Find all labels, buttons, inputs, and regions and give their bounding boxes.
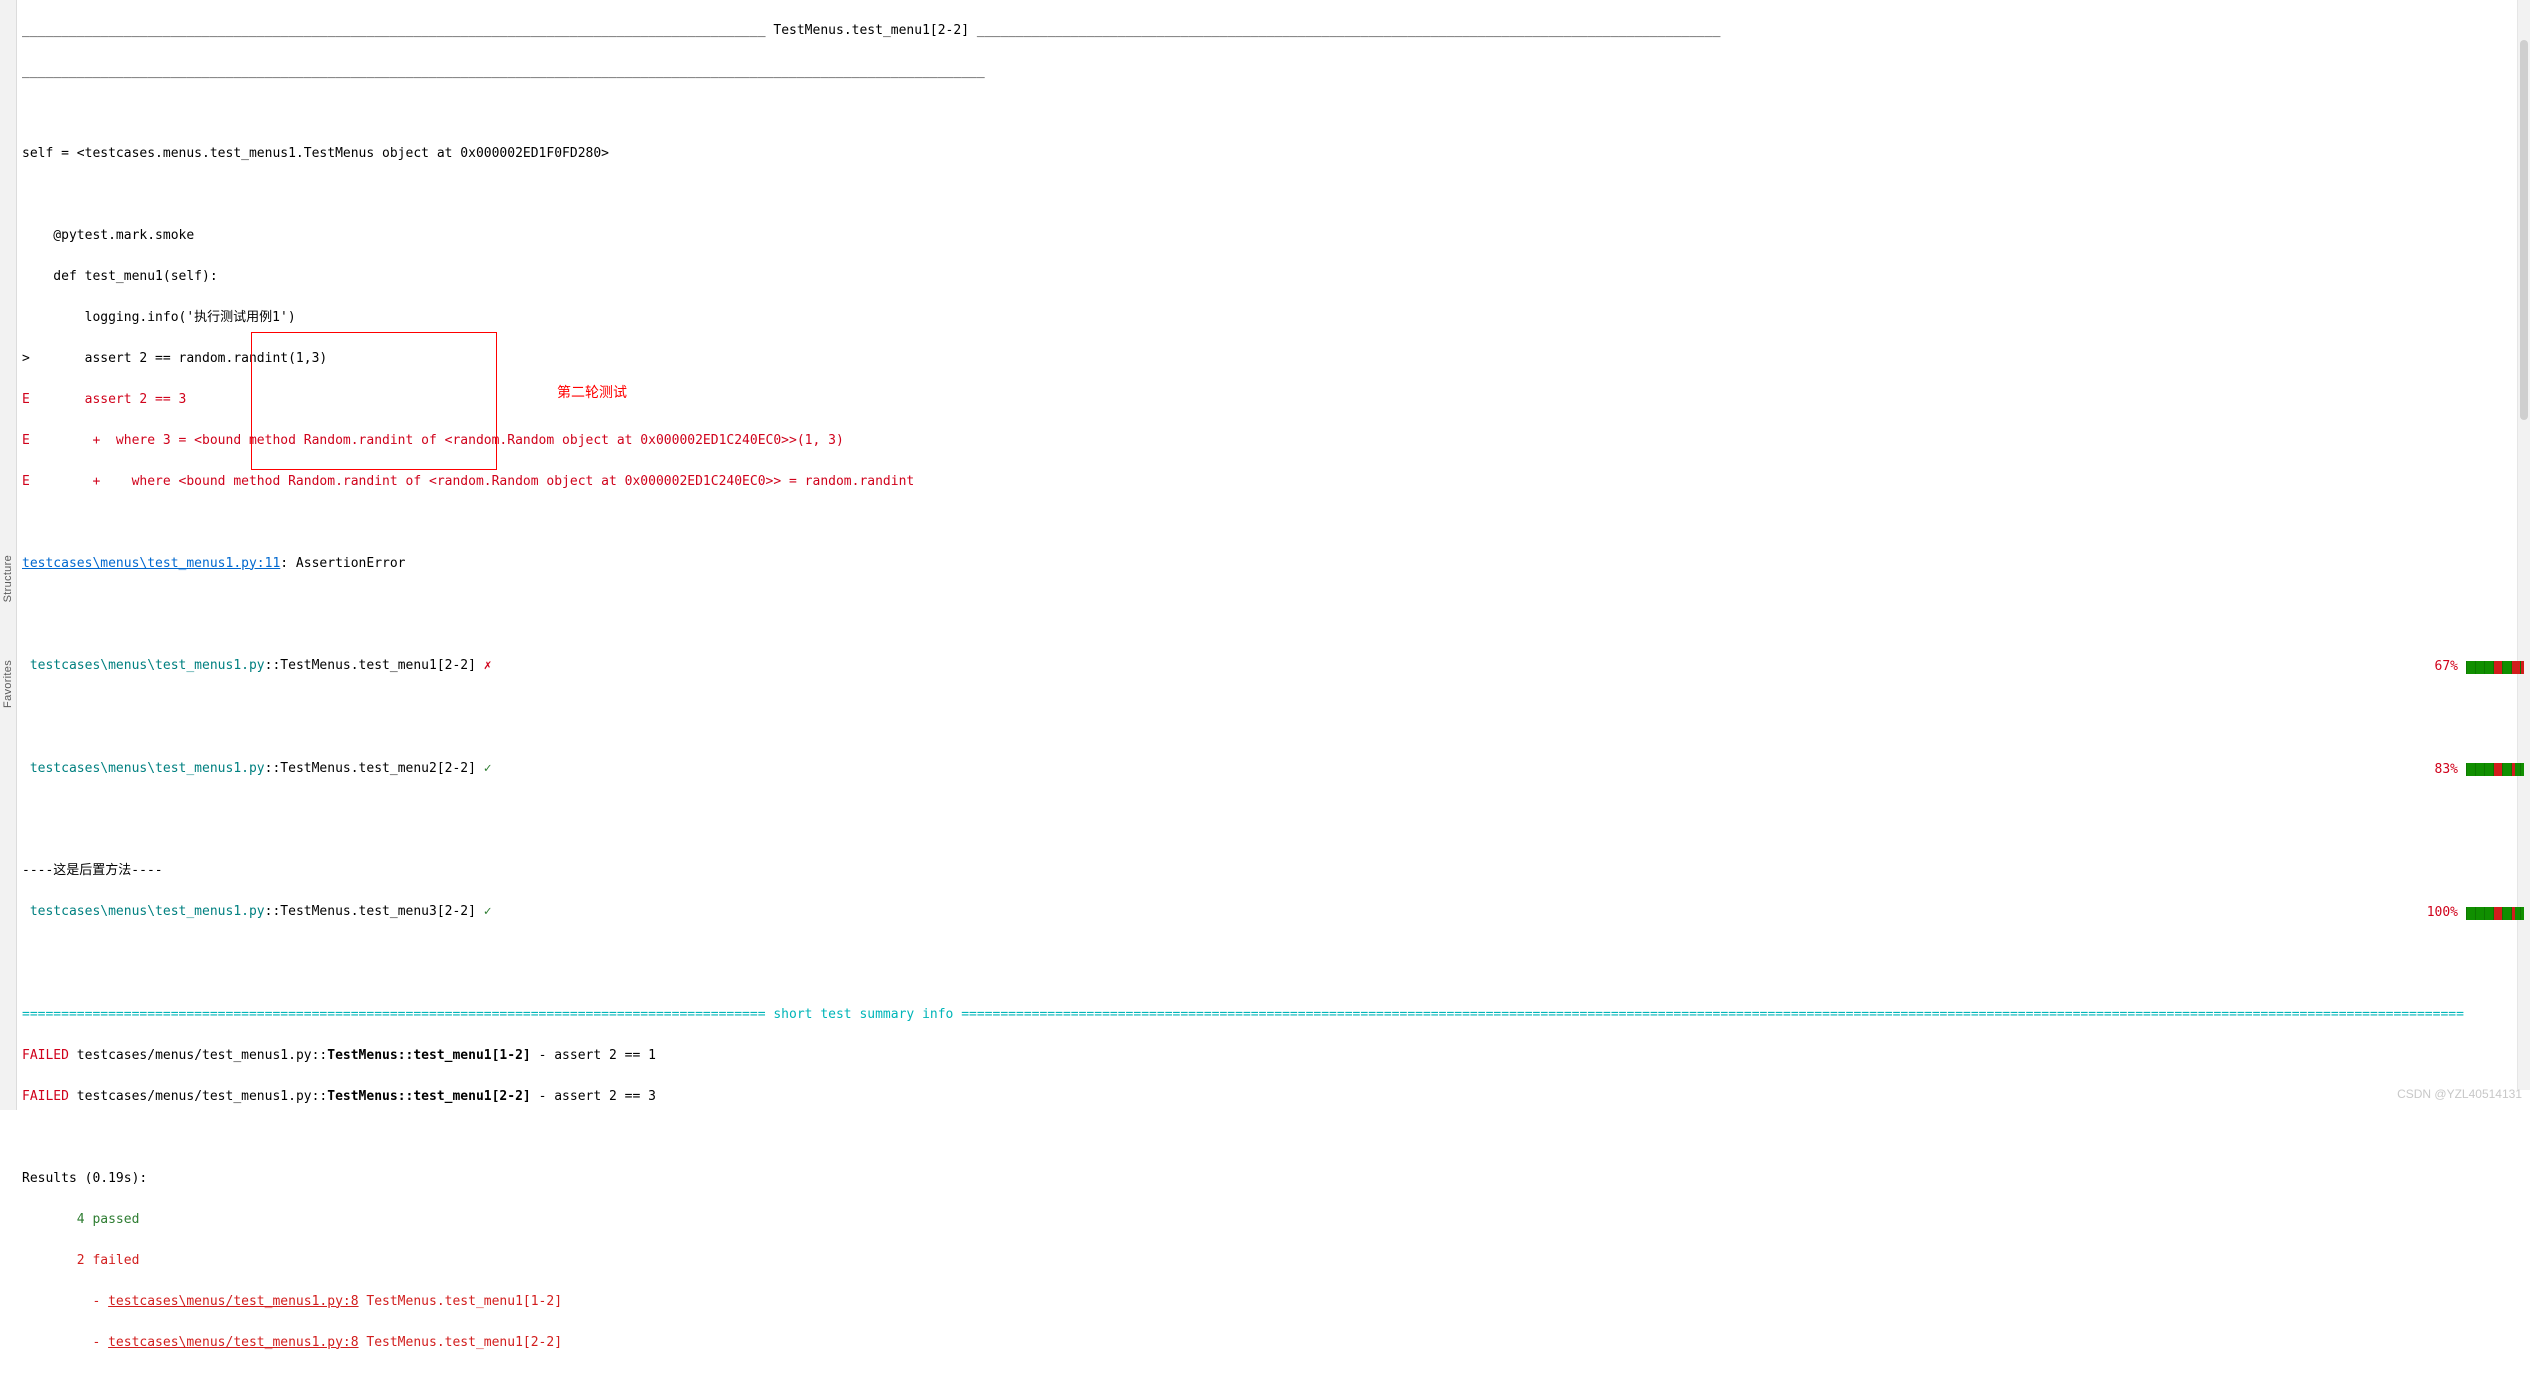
pass-icon: ✓ xyxy=(484,761,492,776)
code-decorator: @pytest.mark.smoke xyxy=(22,226,2530,247)
results-fail-detail: - testcases\menus/test_menus1.py:8 TestM… xyxy=(22,1333,2530,1354)
fail-icon: ✗ xyxy=(484,658,492,673)
progress-indicator: 83% xyxy=(2435,760,2524,781)
file-link[interactable]: testcases\menus/test_menus1.py:8 xyxy=(108,1335,358,1350)
results-passed: 4 passed xyxy=(22,1210,2530,1231)
progress-percent: 100% xyxy=(2427,903,2458,924)
test-path: testcases\menus\test_menus1.py xyxy=(22,904,265,919)
self-repr: self = <testcases.menus.test_menus1.Test… xyxy=(22,144,2530,165)
progress-indicator: 67% xyxy=(2435,657,2524,678)
summary-separator: ========================================… xyxy=(22,1005,2530,1026)
error-assert: E assert 2 == 3 xyxy=(22,390,2530,411)
test-result-row: testcases\menus\test_menus1.py::TestMenu… xyxy=(22,656,2530,697)
code-def: def test_menu1(self): xyxy=(22,267,2530,288)
test-result-row: testcases\menus\test_menus1.py::TestMenu… xyxy=(22,902,2530,943)
progress-indicator: 100% xyxy=(2427,903,2524,924)
summary-fail-line: FAILED testcases/menus/test_menus1.py::T… xyxy=(22,1087,2530,1108)
ide-left-gutter: Structure Favorites xyxy=(0,0,17,1110)
error-where1: E + where 3 = <bound method Random.randi… xyxy=(22,431,2530,452)
code-assert: > assert 2 == random.randint(1,3) xyxy=(22,349,2530,370)
file-link[interactable]: testcases\menus\test_menus1.py:11 xyxy=(22,556,280,571)
progress-percent: 83% xyxy=(2435,760,2458,781)
progress-bar xyxy=(2466,907,2524,920)
annotation-label: 第二轮测试 xyxy=(557,382,627,403)
test-header-rule-under: ________________________________________… xyxy=(22,62,2530,83)
pass-icon: ✓ xyxy=(484,904,492,919)
sidebar-tab-structure[interactable]: Structure xyxy=(0,555,19,602)
progress-percent: 67% xyxy=(2435,657,2458,678)
test-result-row: testcases\menus\test_menus1.py::TestMenu… xyxy=(22,759,2530,800)
teardown-line: ----这是后置方法---- xyxy=(22,861,2530,882)
results-fail-detail: - testcases\menus/test_menus1.py:8 TestM… xyxy=(22,1292,2530,1313)
watermark: CSDN @YZL40514131 xyxy=(2397,1084,2522,1105)
test-header-rule: ________________________________________… xyxy=(22,21,2530,42)
results-failed: 2 failed xyxy=(22,1251,2530,1272)
test-path: testcases\menus\test_menus1.py xyxy=(22,761,265,776)
summary-fail-line: FAILED testcases/menus/test_menus1.py::T… xyxy=(22,1046,2530,1067)
code-log: logging.info('执行测试用例1') xyxy=(22,308,2530,329)
results-header: Results (0.19s): xyxy=(22,1169,2530,1190)
progress-bar xyxy=(2466,763,2524,776)
file-error-line: testcases\menus\test_menus1.py:11: Asser… xyxy=(22,554,2530,575)
progress-bar xyxy=(2466,661,2524,674)
error-where2: E + where <bound method Random.randint o… xyxy=(22,472,2530,493)
console-output: ________________________________________… xyxy=(22,0,2530,1110)
sidebar-tab-favorites[interactable]: Favorites xyxy=(0,660,19,708)
file-link[interactable]: testcases\menus/test_menus1.py:8 xyxy=(108,1294,358,1309)
test-path: testcases\menus\test_menus1.py xyxy=(22,658,265,673)
